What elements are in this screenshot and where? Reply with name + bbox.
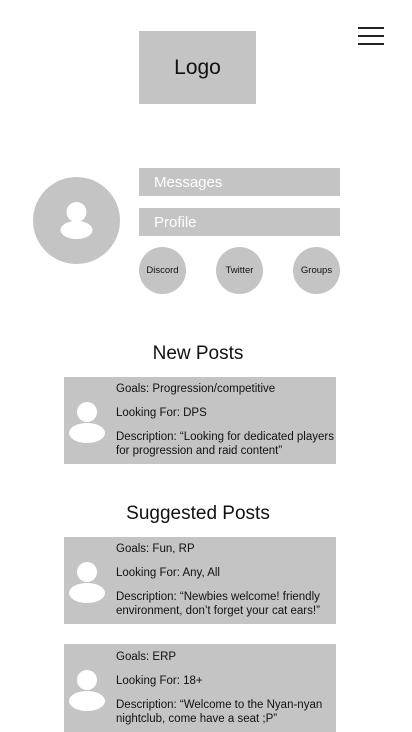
post-looking-for: Looking For: DPS xyxy=(116,407,207,419)
hamburger-menu-icon[interactable] xyxy=(358,24,384,46)
groups-button[interactable]: Groups xyxy=(293,247,340,294)
discord-label: Discord xyxy=(146,265,179,276)
new-posts-title: New Posts xyxy=(152,343,244,364)
suggested-posts-title: Suggested Posts xyxy=(126,503,270,524)
post-goals: Goals: ERP xyxy=(116,651,177,663)
user-avatar-icon xyxy=(69,562,105,603)
post-card[interactable]: Goals: Fun, RP Looking For: Any, All Des… xyxy=(64,537,336,624)
twitter-label: Twitter xyxy=(225,265,254,276)
post-goals: Goals: Fun, RP xyxy=(116,543,195,555)
logo-text: Logo xyxy=(174,55,221,79)
groups-label: Groups xyxy=(300,265,333,276)
post-description: Description: “Looking for dedicated play… xyxy=(116,431,334,457)
twitter-button[interactable]: Twitter xyxy=(216,247,263,294)
post-goals: Goals: Progression/competitive xyxy=(116,383,276,395)
messages-button-label: Messages xyxy=(154,173,223,191)
profile-avatar[interactable] xyxy=(33,177,120,264)
user-avatar-icon xyxy=(69,402,105,443)
post-card[interactable]: Goals: Progression/competitive Looking F… xyxy=(64,377,336,464)
post-card[interactable]: Goals: ERP Looking For: 18+ Description:… xyxy=(64,644,336,732)
discord-button[interactable]: Discord xyxy=(139,247,186,294)
profile-button-label: Profile xyxy=(154,213,197,231)
messages-button[interactable]: Messages xyxy=(139,168,340,196)
logo: Logo xyxy=(139,31,256,104)
post-looking-for: Looking For: 18+ xyxy=(116,675,203,687)
post-looking-for: Looking For: Any, All xyxy=(116,567,220,579)
post-description: Description: “Newbies welcome! friendly … xyxy=(116,591,320,617)
post-description: Description: “Welcome to the Nyan-nyan n… xyxy=(116,699,323,725)
profile-button[interactable]: Profile xyxy=(139,208,340,236)
user-avatar-icon xyxy=(69,670,105,711)
user-avatar-icon xyxy=(60,202,93,239)
